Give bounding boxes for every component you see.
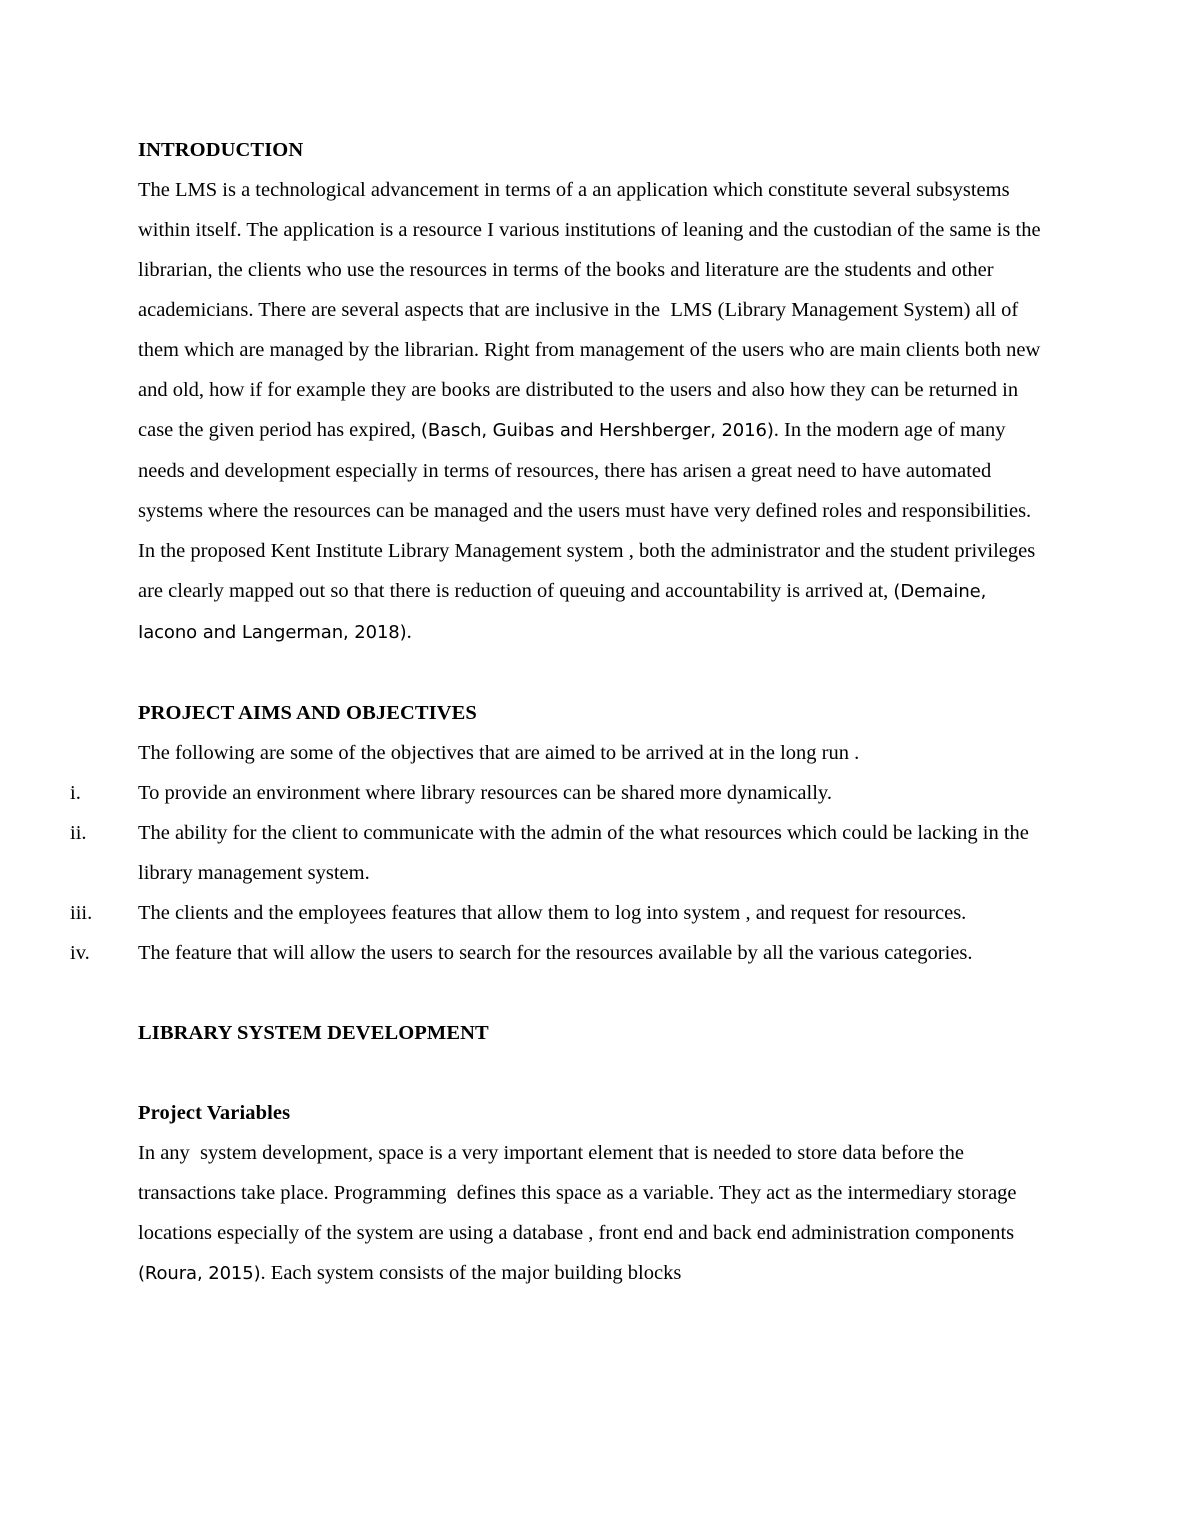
introduction-text-part-2: . In the modern age of many needs and de… xyxy=(138,419,1041,602)
introduction-paragraph: The LMS is a technological advancement i… xyxy=(138,170,1046,653)
list-marker-iv: iv. xyxy=(70,942,90,964)
spacer-after-lsd-heading xyxy=(138,1053,1046,1093)
list-item: iii. The clients and the employees featu… xyxy=(70,893,1046,933)
list-item-text-iii: The clients and the employees features t… xyxy=(138,902,967,924)
introduction-text-part-1: The LMS is a technological advancement i… xyxy=(138,179,1046,441)
project-variables-subheading: Project Variables xyxy=(138,1102,291,1124)
list-item: i. To provide an environment where libra… xyxy=(70,773,1046,813)
list-item-text-ii: The ability for the client to communicat… xyxy=(138,822,1035,884)
project-aims-lead-in: The following are some of the objectives… xyxy=(138,742,860,764)
citation-roura-2015: (Roura, 2015) xyxy=(138,1263,261,1284)
document-page: INTRODUCTION The LMS is a technological … xyxy=(0,0,1190,1540)
list-marker-i: i. xyxy=(70,782,81,804)
list-item: ii. The ability for the client to commun… xyxy=(70,813,1046,893)
citation-basch-guibas-hershberger-2016: (Basch, Guibas and Hershberger, 2016) xyxy=(420,420,774,441)
introduction-text-part-3: . xyxy=(406,621,412,643)
list-marker-iii: iii. xyxy=(70,902,93,924)
objectives-list: i. To provide an environment where libra… xyxy=(70,773,1046,973)
list-marker-ii: ii. xyxy=(70,822,87,844)
list-item-text-iv: The feature that will allow the users to… xyxy=(138,942,973,964)
spacer-after-introduction xyxy=(138,653,1046,693)
project-variables-text-part-1: In any system development, space is a ve… xyxy=(138,1142,1022,1244)
library-system-development-heading: LIBRARY SYSTEM DEVELOPMENT xyxy=(138,1022,489,1044)
list-item: iv. The feature that will allow the user… xyxy=(70,933,1046,973)
document-body: INTRODUCTION The LMS is a technological … xyxy=(70,130,1046,1294)
project-aims-heading: PROJECT AIMS AND OBJECTIVES xyxy=(138,702,477,724)
list-item-text-i: To provide an environment where library … xyxy=(138,782,832,804)
project-variables-text-part-2: . Each system consists of the major buil… xyxy=(260,1262,682,1284)
introduction-heading: INTRODUCTION xyxy=(138,139,304,161)
project-variables-paragraph: In any system development, space is a ve… xyxy=(138,1133,1046,1294)
spacer-after-objectives xyxy=(138,973,1046,1013)
